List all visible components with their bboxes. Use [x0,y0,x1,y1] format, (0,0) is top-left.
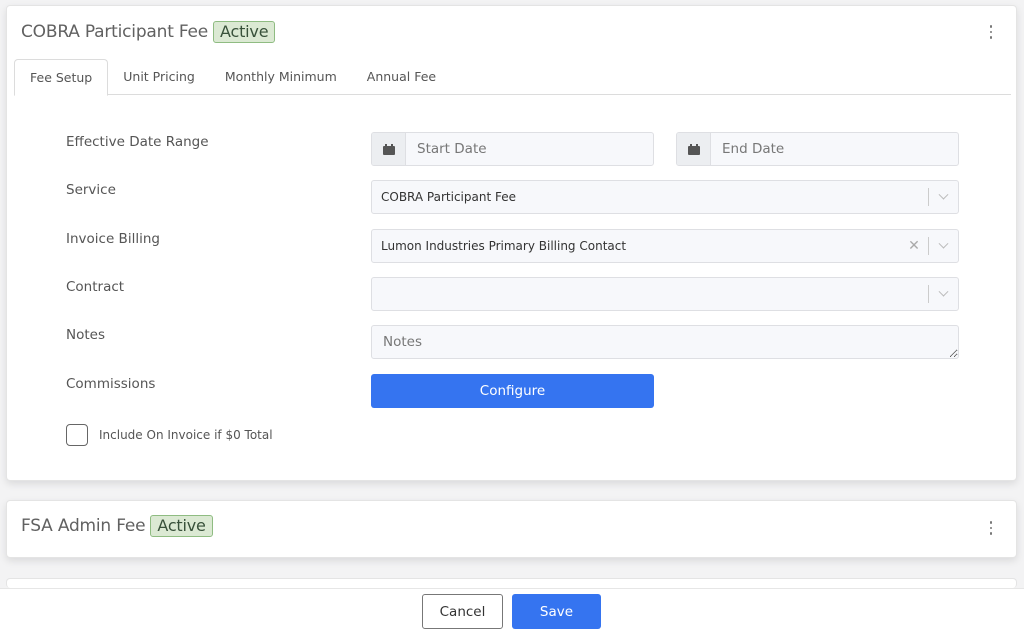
include-zero-total-checkbox[interactable] [66,424,88,446]
tab-fee-setup[interactable]: Fee Setup [14,59,109,96]
service-select-value: COBRA Participant Fee [381,190,516,204]
commissions-label: Commissions [66,376,156,392]
effective-date-range-label: Effective Date Range [66,134,209,150]
card-header: FSA Admin Fee Active [21,515,213,537]
more-options-icon[interactable] [988,25,994,39]
chevron-down-icon[interactable] [929,238,958,250]
chevron-down-icon[interactable] [929,286,958,298]
start-date-input[interactable] [406,133,653,165]
card-title: FSA Admin Fee [21,516,146,536]
contract-label: Contract [66,279,125,295]
footer-actions: Cancel Save [0,588,1024,632]
more-options-icon[interactable] [988,521,994,535]
notes-textarea[interactable] [371,325,959,359]
calendar-icon [382,143,395,155]
status-badge: Active [150,515,213,537]
tab-unit-pricing[interactable]: Unit Pricing [108,59,210,94]
end-date-field [676,132,959,166]
tab-bar: Fee Setup Unit Pricing Monthly Minimum A… [14,59,1011,96]
status-badge: Active [213,21,276,43]
invoice-billing-select-value: Lumon Industries Primary Billing Contact [381,239,627,253]
calendar-icon [687,143,700,155]
start-date-field [371,132,654,166]
tab-annual-fee[interactable]: Annual Fee [352,59,451,94]
cancel-button[interactable]: Cancel [422,594,503,629]
save-button[interactable]: Save [512,594,601,629]
card-header: COBRA Participant Fee Active [21,21,276,43]
invoice-billing-select[interactable]: Lumon Industries Primary Billing Contact… [371,229,959,263]
include-zero-total-row[interactable]: Include On Invoice if $0 Total [66,424,273,446]
invoice-billing-label: Invoice Billing [66,231,160,247]
tab-monthly-minimum[interactable]: Monthly Minimum [210,59,352,94]
notes-label: Notes [66,327,105,343]
include-zero-total-label: Include On Invoice if $0 Total [99,428,273,442]
fee-card-cobra: COBRA Participant Fee Active Fee Setup U… [6,5,1017,481]
chevron-down-icon[interactable] [929,189,958,201]
clear-icon[interactable]: ✕ [906,239,922,253]
start-date-calendar-button[interactable] [372,133,406,165]
end-date-input[interactable] [711,133,958,165]
fee-card-partial [6,578,1017,588]
configure-commissions-button[interactable]: Configure [371,374,654,408]
end-date-calendar-button[interactable] [677,133,711,165]
service-select[interactable]: COBRA Participant Fee [371,180,959,214]
card-title: COBRA Participant Fee [21,22,209,42]
contract-select[interactable] [371,277,959,311]
service-label: Service [66,182,116,198]
fee-card-fsa[interactable]: FSA Admin Fee Active [6,500,1017,558]
